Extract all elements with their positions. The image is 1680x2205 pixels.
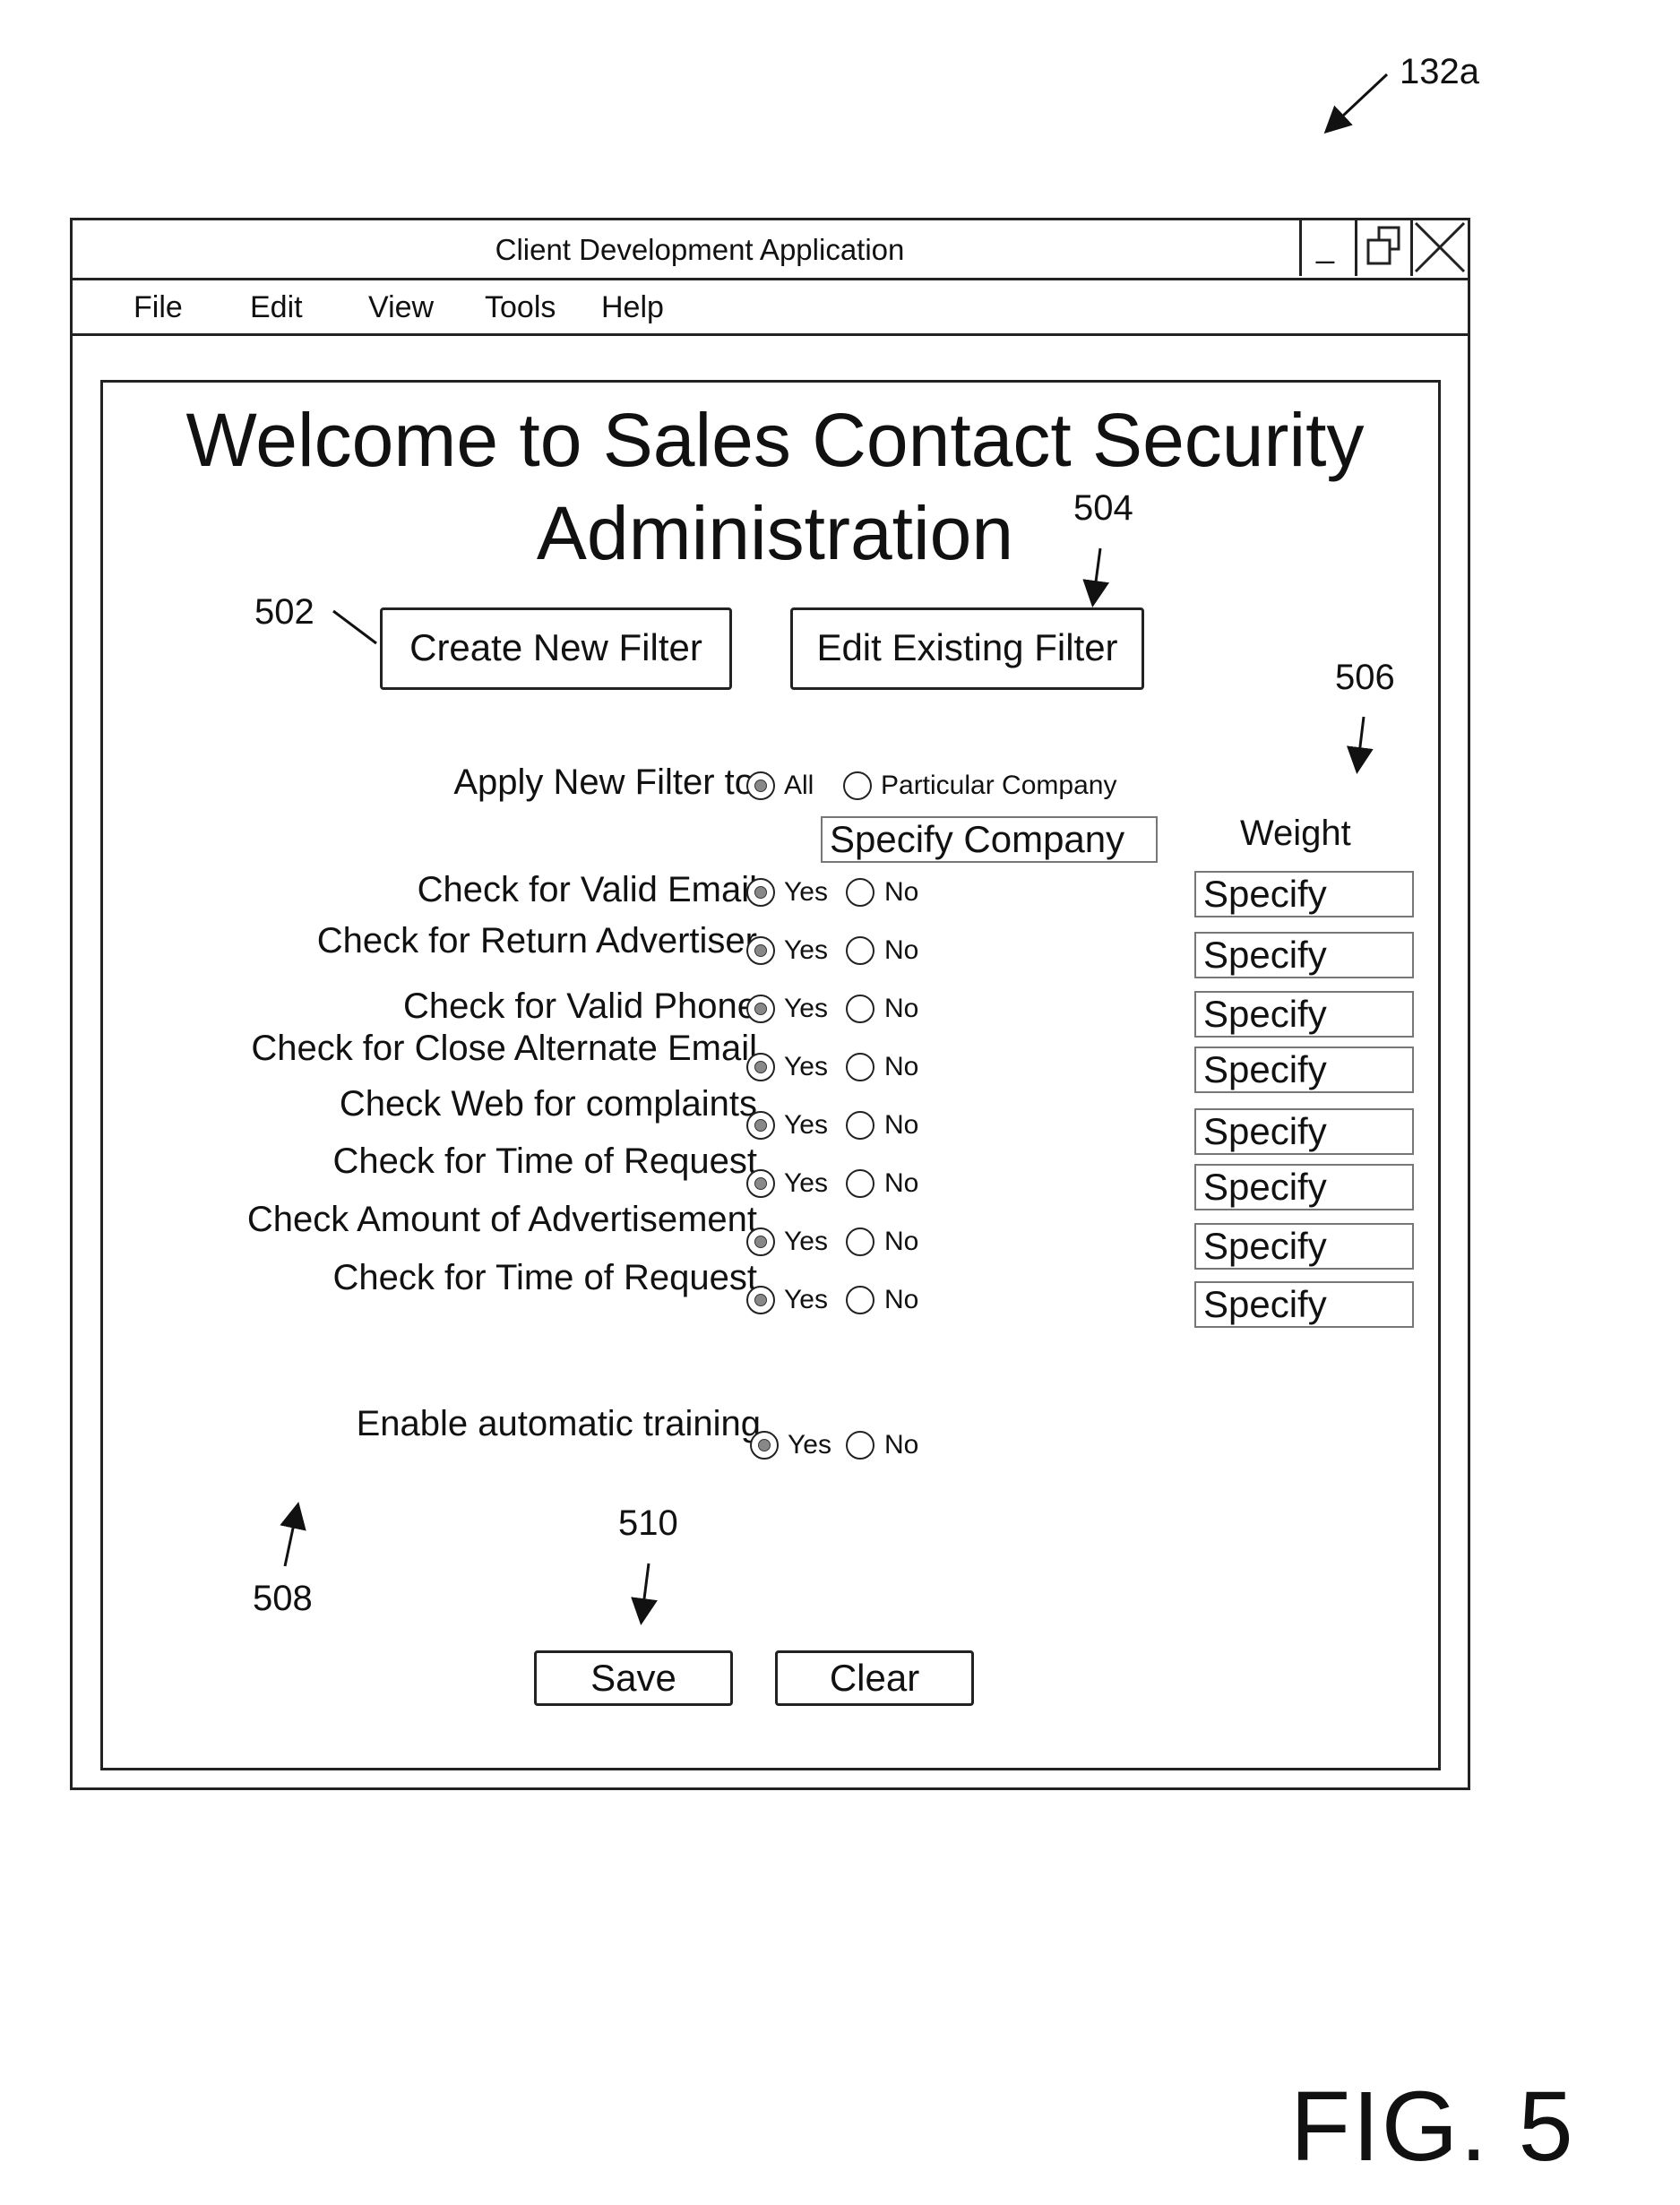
restore-button[interactable] <box>1355 220 1410 276</box>
check-yes-radio[interactable] <box>746 1169 775 1198</box>
menu-help[interactable]: Help <box>601 290 664 325</box>
check-yes-label: Yes <box>784 1168 828 1199</box>
weight-field[interactable]: Specify <box>1194 932 1414 978</box>
content-panel: Welcome to Sales Contact Security Admini… <box>100 380 1441 1770</box>
check-no-label: No <box>884 877 918 908</box>
check-no-label: No <box>884 935 918 966</box>
check-yes-radio[interactable] <box>746 1111 775 1140</box>
check-no-radio[interactable] <box>846 1053 874 1081</box>
arrow-132a <box>1328 74 1387 130</box>
check-yes-label: Yes <box>784 935 828 966</box>
figure-label: FIG. 5 <box>1290 2070 1575 2183</box>
save-button[interactable]: Save <box>534 1650 733 1706</box>
menu-file[interactable]: File <box>134 290 183 325</box>
weight-field[interactable]: Specify <box>1194 1108 1414 1155</box>
check-yes-label: Yes <box>784 1110 828 1141</box>
check-label: Check for Close Alternate Email <box>251 1029 757 1069</box>
training-no-label: No <box>884 1430 918 1460</box>
check-no-radio[interactable] <box>846 1227 874 1256</box>
check-no-radio[interactable] <box>846 995 874 1023</box>
apply-particular-company-radio[interactable] <box>843 771 872 800</box>
window-title: Client Development Application <box>73 233 1327 267</box>
check-label: Check for Valid Phone <box>403 986 757 1027</box>
check-no-label: No <box>884 1110 918 1141</box>
apply-all-label: All <box>784 771 814 801</box>
check-label: Check Amount of Advertisement <box>247 1200 757 1240</box>
check-no-radio[interactable] <box>846 1169 874 1198</box>
training-no-radio[interactable] <box>846 1431 874 1460</box>
edit-existing-filter-button[interactable]: Edit Existing Filter <box>790 607 1144 690</box>
check-no-label: No <box>884 994 918 1024</box>
apply-all-radio[interactable] <box>746 771 775 800</box>
weight-field[interactable]: Specify <box>1194 871 1414 917</box>
check-yes-radio[interactable] <box>746 1053 775 1081</box>
page-title-line1: Welcome to Sales Contact Security <box>130 393 1420 487</box>
menu-tools[interactable]: Tools <box>485 290 556 325</box>
weight-field[interactable]: Specify <box>1194 1047 1414 1093</box>
check-yes-radio[interactable] <box>746 995 775 1023</box>
weight-field[interactable]: Specify <box>1194 1164 1414 1210</box>
menu-edit[interactable]: Edit <box>250 290 303 325</box>
check-yes-label: Yes <box>784 1227 828 1257</box>
menu-view[interactable]: View <box>368 290 434 325</box>
app-window: Client Development Application _ File Ed… <box>70 218 1470 1790</box>
check-yes-label: Yes <box>784 877 828 908</box>
check-label: Check Web for complaints <box>340 1084 757 1124</box>
check-yes-label: Yes <box>784 994 828 1024</box>
check-no-radio[interactable] <box>846 936 874 965</box>
apply-particular-company-label: Particular Company <box>881 771 1116 801</box>
check-no-label: No <box>884 1168 918 1199</box>
check-label: Check for Time of Request <box>332 1141 757 1182</box>
check-yes-radio[interactable] <box>746 1286 775 1314</box>
page-title-line2: Administration <box>130 487 1420 580</box>
check-yes-label: Yes <box>784 1285 828 1315</box>
training-yes-radio[interactable] <box>750 1431 779 1460</box>
check-label: Check for Valid Email <box>418 870 757 910</box>
automatic-training-label: Enable automatic training <box>357 1404 761 1444</box>
check-no-label: No <box>884 1052 918 1082</box>
weight-field[interactable]: Specify <box>1194 991 1414 1038</box>
check-no-radio[interactable] <box>846 1111 874 1140</box>
check-yes-label: Yes <box>784 1052 828 1082</box>
check-yes-radio[interactable] <box>746 936 775 965</box>
check-no-label: No <box>884 1285 918 1315</box>
training-yes-label: Yes <box>788 1430 831 1460</box>
menu-bar: File Edit View Tools Help <box>73 278 1468 336</box>
check-yes-radio[interactable] <box>746 878 775 907</box>
restore-icon <box>1359 222 1409 274</box>
check-label: Check for Time of Request <box>332 1258 757 1298</box>
apply-filter-label: Apply New Filter to <box>453 762 754 803</box>
weight-field[interactable]: Specify <box>1194 1281 1414 1328</box>
title-bar: Client Development Application _ <box>73 220 1468 280</box>
ref-132a: 132a <box>1400 54 1479 90</box>
check-no-label: No <box>884 1227 918 1257</box>
weight-column-header: Weight <box>1240 814 1351 854</box>
check-no-radio[interactable] <box>846 878 874 907</box>
create-new-filter-button[interactable]: Create New Filter <box>380 607 732 690</box>
minimize-icon: _ <box>1316 228 1334 265</box>
close-button[interactable] <box>1410 220 1468 276</box>
weight-field[interactable]: Specify <box>1194 1223 1414 1270</box>
clear-button[interactable]: Clear <box>775 1650 974 1706</box>
minimize-button[interactable]: _ <box>1299 220 1355 276</box>
specify-company-field[interactable]: Specify Company <box>821 816 1158 863</box>
check-no-radio[interactable] <box>846 1286 874 1314</box>
check-yes-radio[interactable] <box>746 1227 775 1256</box>
check-label: Check for Return Advertiser <box>317 921 757 961</box>
close-icon <box>1414 221 1466 273</box>
